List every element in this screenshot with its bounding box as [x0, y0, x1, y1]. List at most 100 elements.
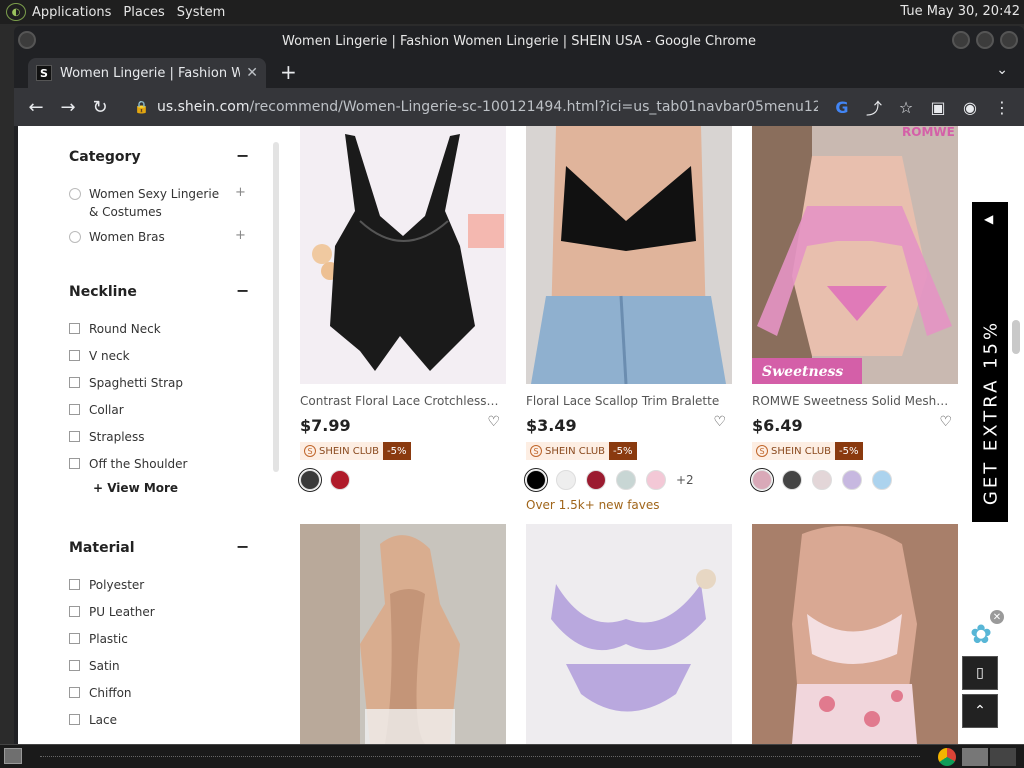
color-swatch[interactable]	[616, 470, 636, 490]
radio-icon[interactable]	[69, 231, 81, 243]
workspace-2[interactable]	[990, 748, 1016, 766]
filter-material-plastic[interactable]: Plastic	[69, 632, 128, 646]
forward-icon[interactable]: →	[52, 97, 84, 118]
show-desktop-icon[interactable]	[4, 748, 22, 764]
color-swatch[interactable]	[812, 470, 832, 490]
product-image[interactable]	[752, 524, 958, 744]
product-card[interactable]: Floral Lace Scallop Trim Bralette $3.49 …	[524, 126, 732, 512]
color-swatch[interactable]	[298, 468, 322, 492]
filter-neckline-spaghetti-strap[interactable]: Spaghetti Strap	[69, 376, 183, 390]
window-menu-icon[interactable]	[18, 31, 36, 49]
checkbox-icon[interactable]	[69, 431, 80, 442]
address-bar[interactable]: 🔒 us.shein.com/recommend/Women-Lingerie-…	[124, 93, 818, 121]
color-swatch[interactable]	[872, 470, 892, 490]
filter-neckline-round-neck[interactable]: Round Neck	[69, 322, 161, 336]
checkbox-icon[interactable]	[69, 579, 80, 590]
places-menu[interactable]: Places	[117, 5, 170, 20]
system-menu[interactable]: System	[171, 5, 231, 20]
product-image[interactable]	[526, 524, 732, 744]
expand-plus-icon[interactable]: +	[235, 185, 246, 200]
color-swatch[interactable]	[750, 468, 774, 492]
product-card[interactable]	[752, 524, 958, 744]
product-card[interactable]	[300, 524, 506, 744]
color-swatch[interactable]	[782, 470, 802, 490]
color-swatch[interactable]	[556, 470, 576, 490]
filter-neckline-v-neck[interactable]: V neck	[69, 349, 130, 363]
close-float-icon[interactable]: ✕	[990, 610, 1004, 624]
color-swatch[interactable]	[586, 470, 606, 490]
material-title[interactable]: Material	[69, 540, 135, 556]
checkbox-icon[interactable]	[69, 687, 80, 698]
workspace-1[interactable]	[962, 748, 988, 766]
product-card[interactable]: Sweetness ROMWE ROMWE Sweetness Solid Me…	[750, 126, 958, 492]
checkbox-icon[interactable]	[69, 714, 80, 725]
promo-side-tab[interactable]: ◀ GET EXTRA 15%	[972, 202, 1008, 522]
checkbox-icon[interactable]	[69, 606, 80, 617]
distro-logo-icon[interactable]: ◐	[6, 3, 26, 21]
filter-material-polyester[interactable]: Polyester	[69, 578, 144, 592]
caret-left-icon[interactable]: ◀	[984, 212, 993, 226]
wishlist-heart-icon[interactable]: ♡	[939, 414, 952, 430]
chrome-taskbar-icon[interactable]	[938, 748, 956, 766]
maximize-icon[interactable]	[976, 31, 994, 49]
bookmark-star-icon[interactable]: ☆	[890, 98, 922, 117]
checkbox-icon[interactable]	[69, 350, 80, 361]
filter-material-chiffon[interactable]: Chiffon	[69, 686, 132, 700]
page-scrollbar-thumb[interactable]	[1012, 320, 1020, 354]
filter-neckline-collar[interactable]: Collar	[69, 403, 124, 417]
product-image[interactable]	[526, 126, 732, 384]
neckline-collapse-icon[interactable]: −	[236, 281, 249, 300]
clock[interactable]: Tue May 30, 20:42	[900, 4, 1020, 19]
filter-material-pu-leather[interactable]: PU Leather	[69, 605, 155, 619]
color-swatch[interactable]	[842, 470, 862, 490]
category-title[interactable]: Category	[69, 149, 141, 165]
color-swatch[interactable]	[524, 468, 548, 492]
side-panel-icon[interactable]: ▣	[922, 98, 954, 117]
profile-avatar-icon[interactable]: ◉	[954, 98, 986, 117]
product-card[interactable]	[526, 524, 732, 744]
checkbox-icon[interactable]	[69, 323, 80, 334]
window-titlebar[interactable]: Women Lingerie | Fashion Women Lingerie …	[14, 26, 1024, 56]
checkbox-icon[interactable]	[69, 377, 80, 388]
filter-category-sexy-lingerie[interactable]: Women Sexy Lingerie & Costumes +	[69, 185, 246, 221]
checkbox-icon[interactable]	[69, 660, 80, 671]
minimize-icon[interactable]	[952, 31, 970, 49]
share-icon[interactable]: ⤴	[858, 95, 890, 119]
close-window-icon[interactable]	[1000, 31, 1018, 49]
product-name[interactable]: Floral Lace Scallop Trim Bralette	[526, 394, 726, 408]
color-swatch[interactable]	[646, 470, 666, 490]
back-to-top-icon[interactable]: ⌃	[962, 694, 998, 728]
checkbox-icon[interactable]	[69, 633, 80, 644]
radio-icon[interactable]	[69, 188, 81, 200]
wishlist-heart-icon[interactable]: ♡	[487, 414, 500, 430]
chrome-menu-icon[interactable]: ⋮	[986, 98, 1018, 117]
tab-women-lingerie[interactable]: S Women Lingerie | Fashion Wo ✕	[28, 58, 266, 88]
more-colors[interactable]: +2	[676, 473, 694, 487]
feedback-icon[interactable]: ▯	[962, 656, 998, 690]
filter-material-satin[interactable]: Satin	[69, 659, 120, 673]
product-image[interactable]	[300, 126, 506, 384]
filter-material-lace[interactable]: Lace	[69, 713, 117, 727]
material-collapse-icon[interactable]: −	[236, 537, 249, 556]
product-image[interactable]	[300, 524, 506, 744]
sidebar-scrollbar[interactable]	[273, 142, 279, 472]
neckline-title[interactable]: Neckline	[69, 284, 137, 300]
filter-neckline-off-shoulder[interactable]: Off the Shoulder	[69, 457, 187, 471]
applications-menu[interactable]: Applications	[26, 5, 117, 20]
lock-icon[interactable]: 🔒	[134, 100, 149, 114]
back-icon[interactable]: ←	[20, 97, 52, 118]
category-collapse-icon[interactable]: −	[236, 146, 249, 165]
checkbox-icon[interactable]	[69, 404, 80, 415]
checkbox-icon[interactable]	[69, 458, 80, 469]
filter-category-bras[interactable]: Women Bras +	[69, 228, 246, 244]
tab-search-chevron-icon[interactable]: ⌄	[996, 62, 1008, 78]
color-swatch[interactable]	[330, 470, 350, 490]
google-lens-icon[interactable]: G	[826, 98, 858, 117]
expand-plus-icon[interactable]: +	[235, 228, 246, 243]
product-image[interactable]: Sweetness ROMWE	[752, 126, 958, 384]
filter-neckline-strapless[interactable]: Strapless	[69, 430, 144, 444]
product-card[interactable]: Contrast Floral Lace Crotchless Ro... $7…	[298, 126, 506, 492]
view-more-button[interactable]: + View More	[93, 481, 178, 495]
product-name[interactable]: ROMWE Sweetness Solid Mesh Lin...	[752, 394, 952, 408]
reload-icon[interactable]: ↻	[84, 97, 116, 118]
